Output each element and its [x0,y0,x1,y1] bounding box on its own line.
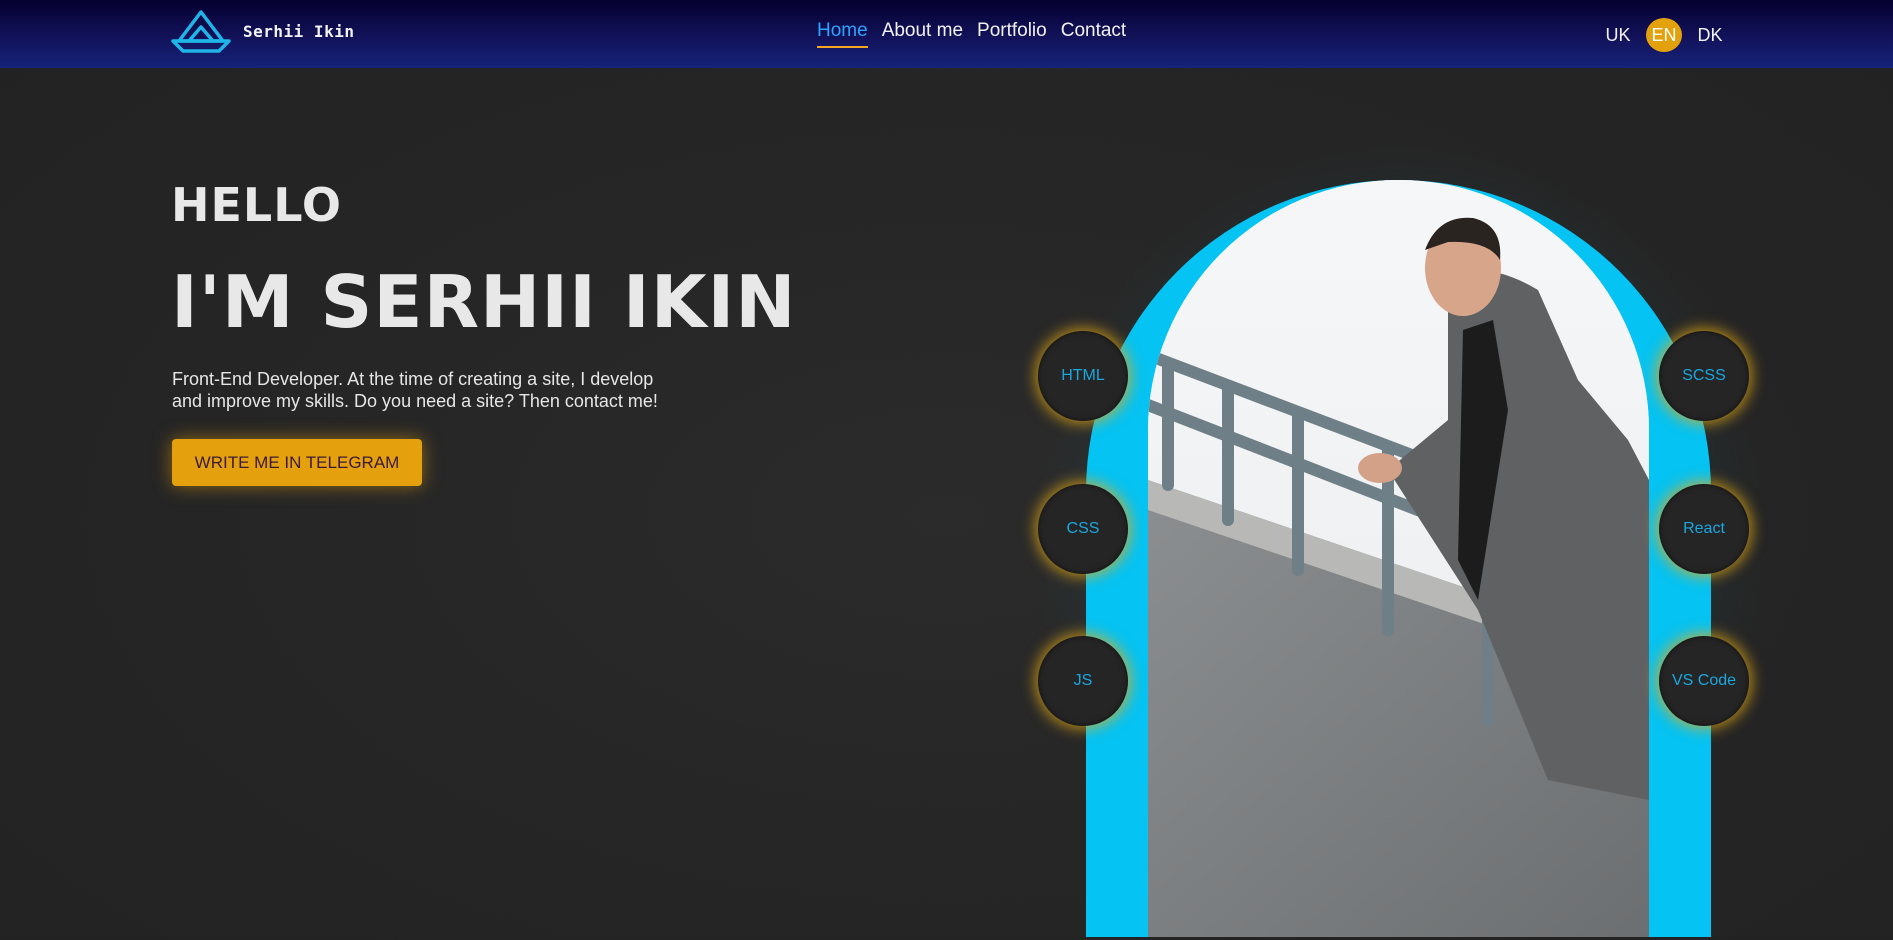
profile-photo-illustration [1148,180,1649,937]
nav-about-me[interactable]: About me [882,20,963,48]
profile-photo [1148,180,1649,937]
paper-boat-icon [171,10,231,53]
main-nav: Home About me Portfolio Contact [817,20,1126,48]
skill-vs-code[interactable]: VS Code [1659,636,1749,726]
skill-scss[interactable]: SCSS [1659,331,1749,421]
lang-uk[interactable]: UK [1600,18,1636,52]
language-switcher: UK EN DK [1600,18,1728,52]
logo[interactable]: Serhii Ikin [171,9,354,53]
hero-greeting: HELLO [171,178,343,232]
skill-react[interactable]: React [1659,484,1749,574]
telegram-button[interactable]: WRITE ME IN TELEGRAM [172,439,422,486]
hero-description-line1: Front-End Developer. At the time of crea… [172,369,654,389]
hero-description: Front-End Developer. At the time of crea… [172,368,712,412]
skill-js[interactable]: JS [1038,636,1128,726]
lang-en[interactable]: EN [1646,18,1682,52]
nav-home[interactable]: Home [817,20,868,48]
logo-text: Serhii Ikin [243,21,355,41]
skill-css[interactable]: CSS [1038,484,1128,574]
hero-description-line2: and improve my skills. Do you need a sit… [172,391,658,411]
skill-html[interactable]: HTML [1038,331,1128,421]
hero-name: I'M SERHII IKIN [171,260,797,344]
site-header: Serhii Ikin Home About me Portfolio Cont… [0,0,1893,68]
lang-dk[interactable]: DK [1692,18,1728,52]
nav-portfolio[interactable]: Portfolio [977,20,1047,48]
nav-contact[interactable]: Contact [1061,20,1126,48]
